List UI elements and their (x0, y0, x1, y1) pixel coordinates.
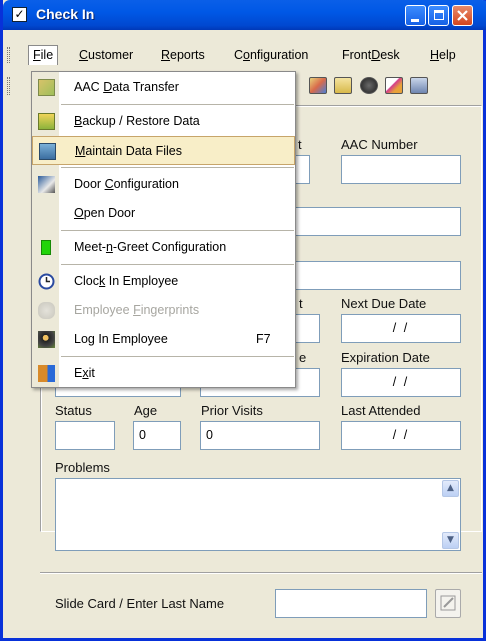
menu-item-label: Door Configuration (74, 177, 179, 191)
expiration-date-label: Expiration Date (341, 350, 430, 365)
partial-field-2[interactable] (293, 314, 320, 343)
window-title: Check In (36, 6, 95, 22)
menu-frontdesk[interactable]: FrontDesk (342, 48, 400, 62)
menu-item-log-in-employee[interactable]: Log In Employee F7 (32, 325, 295, 354)
menu-separator (61, 167, 294, 168)
expiration-date-field[interactable]: / / (341, 368, 461, 397)
menu-item-label: Employee Fingerprints (74, 303, 200, 317)
card-edit-button[interactable] (435, 589, 461, 618)
menu-configuration[interactable]: Configuration (234, 48, 308, 62)
menu-item-door-configuration[interactable]: Door Configuration (32, 170, 295, 199)
menu-item-employee-fingerprints: Employee Fingerprints (32, 296, 295, 325)
partial-label-t-top: t (298, 137, 302, 152)
menu-item-aac-data-transfer[interactable]: AAC Data Transfer (32, 73, 295, 102)
menu-item-meet-n-greet[interactable]: Meet-n-Greet Configuration (32, 233, 295, 262)
partial-label-1: t (299, 296, 303, 311)
minimize-button[interactable] (405, 5, 426, 26)
shortcut-f7: F7 (256, 332, 271, 346)
file-menu-dropdown: AAC Data Transfer Backup / Restore Data … (31, 71, 296, 388)
menu-item-label: Exit (74, 366, 95, 380)
edit-tool-icon[interactable] (385, 77, 403, 94)
pencil-icon (440, 595, 456, 611)
divider (40, 572, 482, 574)
menu-item-exit[interactable]: Exit (32, 359, 295, 388)
menu-bar: File Customer Reports Configuration Fron… (3, 44, 483, 68)
age-label: Age (134, 403, 158, 418)
employee-login-icon (38, 331, 55, 348)
prior-visits-label: Prior Visits (201, 403, 263, 418)
menu-separator (61, 264, 294, 265)
search-folder-tool-icon[interactable] (334, 77, 352, 94)
partial-label-2: e (299, 350, 307, 365)
address-field[interactable] (293, 261, 461, 290)
close-button[interactable] (452, 5, 473, 26)
menu-item-backup-restore[interactable]: Backup / Restore Data (32, 107, 295, 136)
menu-separator (61, 356, 294, 357)
problems-label: Problems (55, 460, 110, 475)
menu-file[interactable]: File (28, 45, 59, 65)
backup-icon (38, 113, 55, 130)
checkbox-icon: ✓ (12, 7, 27, 22)
menu-help[interactable]: Help (430, 48, 456, 62)
fingerprint-hand-icon (38, 302, 55, 319)
last-attended-field[interactable]: / / (341, 421, 461, 450)
menu-separator (61, 230, 294, 231)
title-bar[interactable]: ✓ Check In (3, 0, 486, 30)
menu-item-label: Clock In Employee (74, 274, 179, 288)
menu-item-maintain-data-files[interactable]: Maintain Data Files (32, 136, 295, 165)
aac-number-field[interactable] (341, 155, 461, 184)
green-status-icon (41, 240, 51, 255)
menu-item-label: Open Door (74, 206, 136, 220)
scroll-down-button[interactable]: ▼ (442, 532, 459, 549)
menu-item-label: Backup / Restore Data (74, 114, 200, 128)
last-attended-label: Last Attended (341, 403, 421, 418)
menu-item-label: Maintain Data Files (75, 144, 182, 158)
door-config-icon (38, 176, 55, 193)
menu-separator (61, 104, 294, 105)
menu-item-open-door[interactable]: Open Door (32, 199, 295, 228)
menu-item-label: Log In Employee (74, 332, 168, 346)
slide-card-field[interactable] (275, 589, 427, 618)
close-icon (457, 10, 468, 21)
menu-item-clock-in-employee[interactable]: Clock In Employee (32, 267, 295, 296)
menu-reports[interactable]: Reports (161, 48, 205, 62)
data-transfer-icon (38, 79, 55, 96)
prior-visits-field[interactable]: 0 (200, 421, 320, 450)
age-field[interactable]: 0 (133, 421, 181, 450)
check-in-window: ✓ Check In File Customer Reports Configu… (0, 0, 486, 641)
scroll-up-button[interactable]: ▲ (442, 480, 459, 497)
exit-door-icon (38, 365, 55, 382)
menu-item-label: AAC Data Transfer (74, 80, 179, 94)
next-due-date-label: Next Due Date (341, 296, 427, 311)
aac-number-label: AAC Number (341, 137, 418, 152)
toolbar-grip[interactable] (7, 77, 10, 95)
menu-item-label: Meet-n-Greet Configuration (74, 240, 227, 254)
menu-customer[interactable]: Customer (79, 48, 133, 62)
maintain-files-icon (39, 143, 56, 160)
status-field[interactable] (55, 421, 115, 450)
problems-textarea[interactable]: ▲ ▼ (55, 478, 461, 551)
clock-icon (38, 273, 55, 290)
maximize-button[interactable] (428, 5, 449, 26)
slide-card-label: Slide Card / Enter Last Name (55, 596, 225, 611)
menubar-grip[interactable] (7, 47, 10, 63)
chart-tool-icon[interactable] (309, 77, 327, 94)
face-tool-icon[interactable] (360, 77, 378, 94)
next-due-date-field[interactable]: / / (341, 314, 461, 343)
printer-tool-icon[interactable] (410, 77, 428, 94)
name-field[interactable] (293, 207, 461, 236)
status-label: Status (55, 403, 92, 418)
